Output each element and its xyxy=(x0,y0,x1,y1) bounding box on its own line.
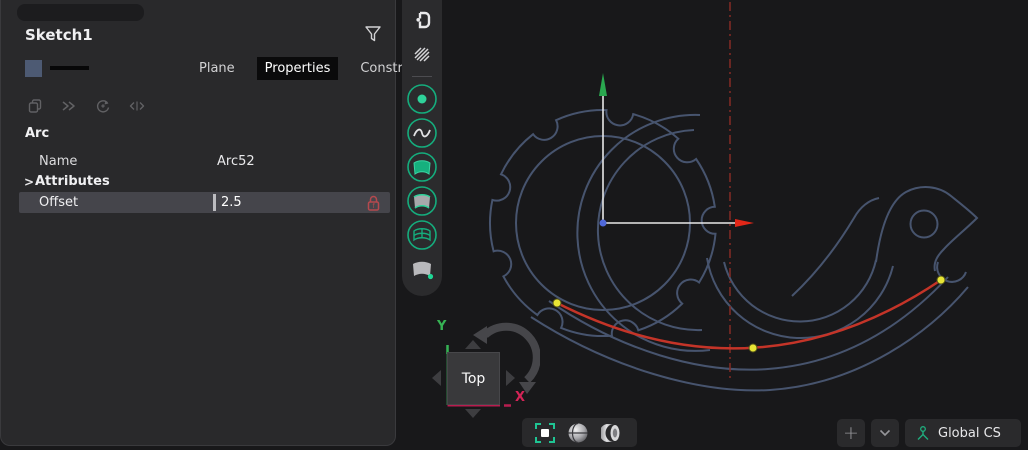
arc-mid-point[interactable] xyxy=(749,344,757,352)
step-up-arrow[interactable] xyxy=(465,340,481,349)
exit-sketch-icon[interactable] xyxy=(405,3,439,37)
surface-result-icon[interactable] xyxy=(405,252,439,286)
fast-forward-icon[interactable] xyxy=(61,98,77,114)
box-select-icon[interactable] xyxy=(534,422,556,444)
cad-application-window: Top Y X Sketch1 Plane Properties Constra… xyxy=(0,0,1028,450)
origin-point[interactable] xyxy=(600,220,607,227)
chevron-right-icon[interactable]: > xyxy=(24,175,34,189)
name-label: Name xyxy=(39,154,77,169)
offset-label: Offset xyxy=(39,195,78,210)
section-title-arc: Arc xyxy=(25,126,49,141)
eye-hole-circle[interactable] xyxy=(911,211,938,238)
rotate-arrow-head-a xyxy=(473,326,487,344)
arc-start-point[interactable] xyxy=(553,299,561,307)
attributes-group-row[interactable]: > Attributes xyxy=(1,173,397,192)
surface-fill-tool-icon[interactable] xyxy=(405,150,439,184)
view-navigator[interactable]: Top Y X xyxy=(425,318,540,430)
global-cs-selector[interactable]: Global CS xyxy=(905,419,1021,447)
copy-icon[interactable] xyxy=(27,98,43,114)
cs-expand-button[interactable] xyxy=(871,419,899,447)
coordinate-system-icon xyxy=(915,425,931,442)
code-icon[interactable] xyxy=(129,98,145,114)
step-right-arrow[interactable] xyxy=(506,370,515,386)
offset-value-input[interactable]: 2.5 xyxy=(221,195,242,210)
tab-plane[interactable]: Plane xyxy=(191,57,243,80)
x-axis-arrowhead xyxy=(735,219,754,227)
arc-point-group xyxy=(553,276,945,352)
nav-x-axis-label: X xyxy=(515,390,525,405)
chin-arc-outer[interactable] xyxy=(707,258,893,338)
view-cube-top-face[interactable]: Top xyxy=(447,352,500,405)
step-left-arrow[interactable] xyxy=(432,370,441,386)
lock-icon[interactable]: f xyxy=(367,195,380,211)
line-style-swatch[interactable] xyxy=(50,66,89,70)
offset-property-row[interactable]: Offset 2.5 f xyxy=(19,192,390,213)
cs-label: Global CS xyxy=(938,426,1001,441)
surface-offset-tool-icon[interactable] xyxy=(405,184,439,218)
tab-properties[interactable]: Properties xyxy=(257,57,339,80)
rail-divider xyxy=(412,76,432,77)
text-cursor xyxy=(213,194,216,211)
sketch-tool-rail xyxy=(402,0,442,296)
display-mode-toolbar xyxy=(522,418,637,447)
add-cs-button[interactable]: + xyxy=(837,419,865,447)
rotate-ccw-icon[interactable] xyxy=(95,98,111,114)
entity-toolbar xyxy=(27,98,145,114)
revolve-view-icon[interactable] xyxy=(601,422,625,444)
panel-drag-handle[interactable] xyxy=(17,4,144,21)
surface-grid-tool-icon[interactable] xyxy=(405,218,439,252)
sketch-color-swatch[interactable] xyxy=(25,60,42,77)
step-down-arrow[interactable] xyxy=(465,409,481,418)
chin-arc-inner[interactable] xyxy=(724,260,876,321)
sphere-view-icon[interactable] xyxy=(567,422,589,444)
plus-icon: + xyxy=(843,422,859,444)
view-cube-label: Top xyxy=(462,371,486,387)
svg-text:f: f xyxy=(372,202,375,210)
chevron-down-icon xyxy=(879,429,891,437)
point-tool-icon[interactable] xyxy=(405,82,439,116)
nav-y-axis-label: Y xyxy=(437,319,446,334)
name-value[interactable]: Arc52 xyxy=(217,154,255,169)
attributes-label: Attributes xyxy=(35,174,110,189)
hatch-fill-icon[interactable] xyxy=(405,38,439,72)
filter-funnel-icon[interactable] xyxy=(364,25,382,43)
spline-tool-icon[interactable] xyxy=(405,116,439,150)
properties-panel: Sketch1 Plane Properties Constraints xyxy=(0,0,396,446)
name-property-row[interactable]: Name Arc52 xyxy=(1,152,397,172)
head-outline[interactable] xyxy=(876,187,977,271)
panel-title: Sketch1 xyxy=(25,26,93,44)
offset-circle-1[interactable] xyxy=(598,130,702,330)
y-axis-arrowhead xyxy=(599,73,607,96)
arc-end-point[interactable] xyxy=(937,276,945,284)
cheek-line[interactable] xyxy=(792,198,879,296)
